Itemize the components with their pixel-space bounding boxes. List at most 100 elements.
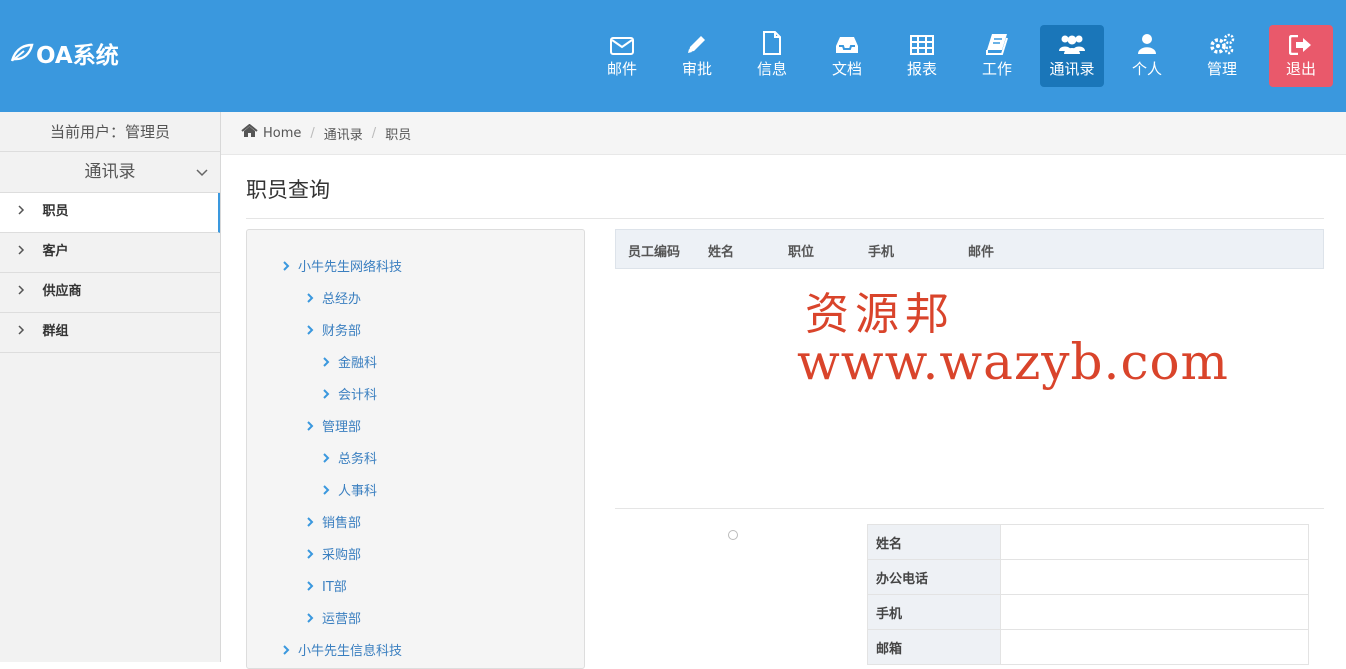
breadcrumb-separator: / — [310, 125, 315, 141]
home-icon[interactable] — [241, 123, 258, 142]
tree-node-label: 小牛先生网络科技 — [298, 260, 403, 275]
file-icon — [763, 31, 781, 55]
gears-icon — [1210, 33, 1235, 55]
nav-approval[interactable]: 审批 — [665, 25, 729, 87]
tree-node-label: 总务科 — [338, 452, 378, 467]
table-row: 手机 — [867, 594, 1309, 630]
chevron-down-icon — [196, 152, 208, 192]
nav-mail[interactable]: 邮件 — [590, 25, 654, 87]
chevron-right-icon — [307, 548, 314, 559]
tree-node-label: 运营部 — [322, 612, 362, 627]
sidebar-item-label: 群组 — [42, 324, 69, 339]
chevron-right-icon — [18, 273, 38, 311]
tree-node[interactable]: 销售部 — [307, 512, 361, 531]
chevron-right-icon — [18, 313, 38, 351]
nav-personal[interactable]: 个人 — [1115, 25, 1179, 87]
nav-work[interactable]: 工作 — [965, 25, 1029, 87]
nav-label: 个人 — [1131, 60, 1162, 78]
breadcrumb: Home / 通讯录 / 职员 — [221, 112, 1346, 155]
nav-contacts[interactable]: 通讯录 — [1040, 25, 1104, 87]
users-icon — [1059, 35, 1085, 54]
logo-text: OA系统 — [36, 43, 119, 69]
detail-label: 手机 — [867, 594, 1001, 630]
watermark-line2: www.wazyb.com — [797, 333, 1229, 391]
org-tree-panel — [246, 229, 585, 669]
sidebar-item-suppliers[interactable]: 供应商 — [0, 273, 220, 313]
tree-node-label: 总经办 — [322, 292, 362, 307]
sidebar-item-staff[interactable]: 职员 — [0, 193, 220, 233]
tree-node-label: 会计科 — [338, 388, 378, 403]
user-icon — [1138, 34, 1156, 54]
nav-info[interactable]: 信息 — [740, 25, 804, 87]
chevron-right-icon — [18, 233, 38, 271]
nav-label: 退出 — [1285, 60, 1316, 78]
nav-label: 通讯录 — [1049, 60, 1095, 78]
divider — [615, 508, 1324, 509]
column-header[interactable]: 邮件 — [968, 241, 994, 260]
tree-node[interactable]: 金融科 — [323, 352, 377, 371]
column-header[interactable]: 手机 — [868, 241, 894, 260]
nav-docs[interactable]: 文档 — [815, 25, 879, 87]
breadcrumb-level2: 职员 — [385, 127, 412, 143]
tree-node[interactable]: 总务科 — [323, 448, 377, 467]
tree-node-label: 人事科 — [338, 484, 378, 499]
breadcrumb-level1[interactable]: 通讯录 — [324, 124, 363, 143]
envelope-icon — [610, 37, 634, 55]
top-header: OA系统 邮件 审批 信息 文档 报表 工作 通讯录 个人 管理 退出 — [0, 0, 1346, 112]
staff-table-header: 员工编码 姓名 职位 手机 邮件 — [615, 229, 1324, 269]
table-row: 姓名 — [867, 524, 1309, 560]
tree-node[interactable]: 小牛先生网络科技 — [283, 256, 402, 275]
tree-node[interactable]: 管理部 — [307, 416, 361, 435]
chevron-right-icon — [307, 612, 314, 623]
chevron-right-icon — [323, 388, 330, 399]
app-logo[interactable]: OA系统 — [10, 36, 119, 70]
detail-label: 姓名 — [867, 524, 1001, 560]
sidebar-item-label: 客户 — [42, 244, 69, 259]
column-header[interactable]: 职位 — [788, 241, 814, 260]
chevron-right-icon — [323, 356, 330, 367]
book-icon — [986, 34, 1008, 55]
sidebar-item-customers[interactable]: 客户 — [0, 233, 220, 273]
column-header[interactable]: 员工编码 — [628, 241, 680, 260]
sign-out-icon — [1289, 35, 1311, 55]
tree-node[interactable]: 运营部 — [307, 608, 361, 627]
detail-value — [1000, 559, 1309, 595]
avatar — [728, 530, 738, 540]
leaf-icon — [10, 43, 34, 62]
nav-logout[interactable]: 退出 — [1269, 25, 1333, 87]
tree-node-label: 小牛先生信息科技 — [298, 644, 403, 659]
tree-node-label: 管理部 — [322, 420, 362, 435]
detail-label: 办公电话 — [867, 559, 1001, 595]
nav-reports[interactable]: 报表 — [890, 25, 954, 87]
sidebar-section-contacts[interactable]: 通讯录 — [0, 152, 220, 193]
section-label: 通讯录 — [84, 162, 136, 182]
detail-value — [1000, 524, 1309, 560]
tree-node-label: 采购部 — [322, 548, 362, 563]
nav-label: 审批 — [681, 60, 712, 78]
chevron-right-icon — [307, 516, 314, 527]
current-user: 当前用户：管理员 — [0, 112, 220, 152]
tree-node[interactable]: 总经办 — [307, 288, 361, 307]
sidebar-item-label: 职员 — [42, 204, 69, 219]
tree-node-label: IT部 — [322, 580, 347, 595]
tree-node[interactable]: 财务部 — [307, 320, 361, 339]
nav-label: 工作 — [981, 60, 1012, 78]
table-icon — [910, 35, 934, 55]
column-header[interactable]: 姓名 — [708, 241, 734, 260]
chevron-right-icon — [307, 292, 314, 303]
tree-node[interactable]: IT部 — [307, 576, 347, 595]
tree-node[interactable]: 人事科 — [323, 480, 377, 499]
tree-node[interactable]: 会计科 — [323, 384, 377, 403]
chevron-right-icon — [307, 324, 314, 335]
chevron-right-icon — [323, 452, 330, 463]
tree-node[interactable]: 采购部 — [307, 544, 361, 563]
sidebar-item-groups[interactable]: 群组 — [0, 313, 220, 353]
nav-manage[interactable]: 管理 — [1190, 25, 1254, 87]
pencil-icon — [688, 36, 705, 53]
table-row: 办公电话 — [867, 559, 1309, 595]
page-title: 职员查询 — [246, 178, 330, 202]
nav-label: 邮件 — [606, 60, 637, 78]
breadcrumb-home[interactable]: Home — [263, 126, 301, 141]
inbox-icon — [836, 37, 858, 53]
tree-node[interactable]: 小牛先生信息科技 — [283, 640, 402, 659]
